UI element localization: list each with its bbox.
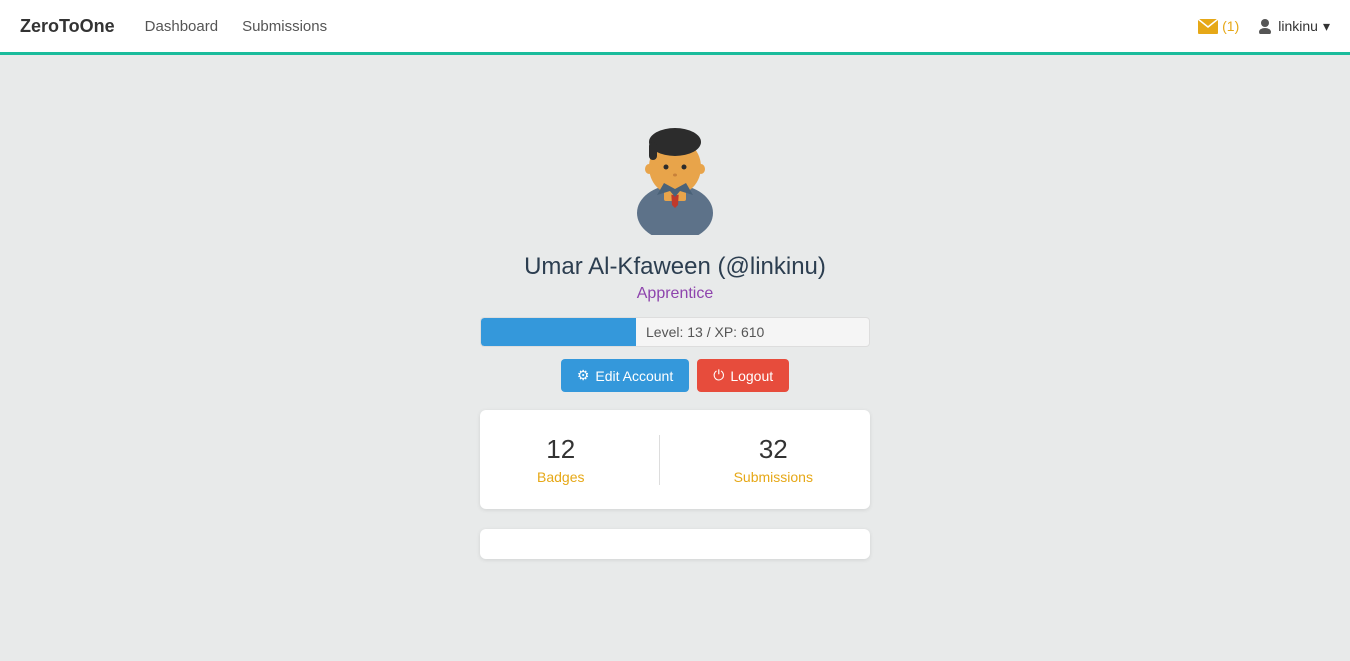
- stats-card: 12 Badges 32 Submissions: [480, 410, 870, 509]
- messages-button[interactable]: (1): [1198, 18, 1239, 34]
- edit-account-button[interactable]: ⚙ Edit Account: [561, 359, 689, 392]
- nav-links: Dashboard Submissions: [145, 18, 1198, 35]
- gear-icon: ⚙: [577, 367, 590, 384]
- profile-name: Umar Al-Kfaween (@linkinu): [524, 253, 826, 281]
- edit-account-label: Edit Account: [595, 368, 673, 384]
- logout-button[interactable]: ⏻ Logout: [697, 359, 789, 392]
- power-icon: ⏻: [713, 367, 724, 384]
- navbar-right: (1) linkinu ▾: [1198, 18, 1330, 35]
- page-content: Umar Al-Kfaween (@linkinu) Apprentice Le…: [0, 55, 1350, 559]
- logout-label: Logout: [730, 368, 773, 384]
- submissions-stat: 32 Submissions: [734, 434, 813, 485]
- submissions-link[interactable]: Submissions: [242, 18, 327, 35]
- dropdown-caret: ▾: [1323, 18, 1330, 35]
- xp-bar-fill: [481, 318, 636, 346]
- avatar-svg: [605, 95, 745, 235]
- badges-count: 12: [546, 434, 575, 465]
- message-count: (1): [1222, 18, 1239, 34]
- brand-link[interactable]: ZeroToOne: [20, 16, 115, 37]
- xp-bar-container: Level: 13 / XP: 610: [480, 317, 870, 347]
- submissions-label: Submissions: [734, 469, 813, 485]
- button-row: ⚙ Edit Account ⏻ Logout: [561, 359, 789, 392]
- bottom-card-preview: [480, 529, 870, 559]
- navbar: ZeroToOne Dashboard Submissions (1) link…: [0, 0, 1350, 55]
- avatar: [605, 95, 745, 235]
- submissions-count: 32: [759, 434, 788, 465]
- xp-label: Level: 13 / XP: 610: [636, 324, 764, 340]
- dashboard-link[interactable]: Dashboard: [145, 18, 218, 35]
- user-dropdown[interactable]: linkinu ▾: [1257, 18, 1330, 35]
- username-label: linkinu: [1278, 18, 1318, 34]
- stat-divider: [659, 435, 660, 485]
- badges-stat: 12 Badges: [537, 434, 584, 485]
- envelope-icon: [1198, 19, 1218, 34]
- user-icon: [1257, 18, 1273, 34]
- badges-label: Badges: [537, 469, 584, 485]
- profile-role: Apprentice: [637, 285, 714, 303]
